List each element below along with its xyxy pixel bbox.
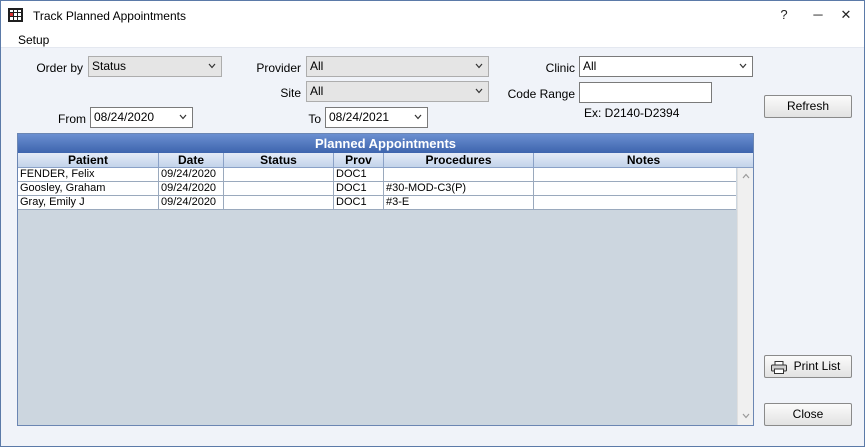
cell-status: [224, 196, 334, 210]
print-list-label: Print List: [793, 359, 841, 373]
cell-patient: Gray, Emily J: [18, 196, 159, 210]
to-label: To: [308, 112, 321, 126]
cell-prov: DOC1: [334, 168, 384, 182]
provider-select[interactable]: All: [306, 56, 489, 77]
to-date-value: 08/24/2021: [329, 110, 390, 124]
close-window-button[interactable]: ✕: [833, 5, 859, 25]
from-label: From: [58, 112, 86, 126]
cell-procedures: [384, 168, 534, 182]
menu-setup[interactable]: Setup: [18, 33, 49, 47]
column-header-procedures[interactable]: Procedures: [384, 153, 534, 168]
column-header-date[interactable]: Date: [159, 153, 224, 168]
chevron-down-icon: [179, 114, 187, 120]
table-row[interactable]: Goosley, Graham 09/24/2020 DOC1 #30-MOD-…: [18, 182, 736, 196]
cell-procedures: #3-E: [384, 196, 534, 210]
cell-date: 09/24/2020: [159, 196, 224, 210]
code-range-hint: Ex: D2140-D2394: [584, 106, 680, 120]
cell-prov: DOC1: [334, 182, 384, 196]
app-grid-icon: [8, 8, 23, 22]
window-title: Track Planned Appointments: [33, 9, 186, 23]
scroll-down-icon[interactable]: [741, 411, 751, 421]
minimize-button[interactable]: ─: [805, 5, 831, 25]
cell-prov: DOC1: [334, 196, 384, 210]
provider-label: Provider: [256, 61, 301, 75]
cell-notes: [534, 168, 736, 182]
cell-date: 09/24/2020: [159, 168, 224, 182]
cell-patient: Goosley, Graham: [18, 182, 159, 196]
site-value: All: [310, 84, 324, 98]
vertical-scrollbar[interactable]: [737, 168, 753, 425]
column-header-patient[interactable]: Patient: [18, 153, 159, 168]
chevron-down-icon: [475, 88, 483, 94]
scroll-up-icon[interactable]: [741, 171, 751, 181]
chevron-down-icon: [208, 63, 216, 69]
cell-status: [224, 168, 334, 182]
cell-patient: FENDER, Felix: [18, 168, 159, 182]
chevron-down-icon: [739, 63, 747, 69]
column-header-notes[interactable]: Notes: [534, 153, 753, 168]
column-header-prov[interactable]: Prov: [334, 153, 384, 168]
site-select[interactable]: All: [306, 81, 489, 102]
grid-header: Patient Date Status Prov Procedures Note…: [18, 153, 753, 168]
cell-procedures: #30-MOD-C3(P): [384, 182, 534, 196]
code-range-input[interactable]: [579, 82, 712, 103]
cell-notes: [534, 196, 736, 210]
chevron-down-icon: [414, 114, 422, 120]
from-date-value: 08/24/2020: [94, 110, 155, 124]
close-button[interactable]: Close: [764, 403, 852, 426]
clinic-label: Clinic: [545, 61, 575, 75]
clinic-select[interactable]: All: [579, 56, 753, 77]
grid-title: Planned Appointments: [18, 134, 753, 153]
refresh-button[interactable]: Refresh: [764, 95, 852, 118]
provider-value: All: [310, 59, 324, 73]
to-date-picker[interactable]: 08/24/2021: [325, 107, 428, 128]
track-planned-appointments-window: Track Planned Appointments ? ─ ✕ Setup O…: [0, 0, 865, 447]
order-by-label: Order by: [36, 61, 83, 75]
title-bar: Track Planned Appointments ? ─ ✕: [1, 1, 864, 30]
help-button[interactable]: ?: [771, 5, 797, 25]
order-by-value: Status: [92, 59, 127, 73]
order-by-select[interactable]: Status: [88, 56, 222, 77]
table-row[interactable]: FENDER, Felix 09/24/2020 DOC1: [18, 168, 736, 182]
code-range-label: Code Range: [507, 87, 575, 101]
column-header-status[interactable]: Status: [224, 153, 334, 168]
cell-date: 09/24/2020: [159, 182, 224, 196]
printer-icon: [771, 361, 787, 374]
from-date-picker[interactable]: 08/24/2020: [90, 107, 193, 128]
cell-notes: [534, 182, 736, 196]
cell-status: [224, 182, 334, 196]
menu-bar: Setup: [1, 30, 864, 48]
planned-appointments-grid: Planned Appointments Patient Date Status…: [17, 133, 754, 426]
site-label: Site: [280, 86, 301, 100]
clinic-value: All: [583, 59, 597, 73]
table-row[interactable]: Gray, Emily J 09/24/2020 DOC1 #3-E: [18, 196, 736, 210]
print-list-button[interactable]: Print List: [764, 355, 852, 378]
chevron-down-icon: [475, 63, 483, 69]
